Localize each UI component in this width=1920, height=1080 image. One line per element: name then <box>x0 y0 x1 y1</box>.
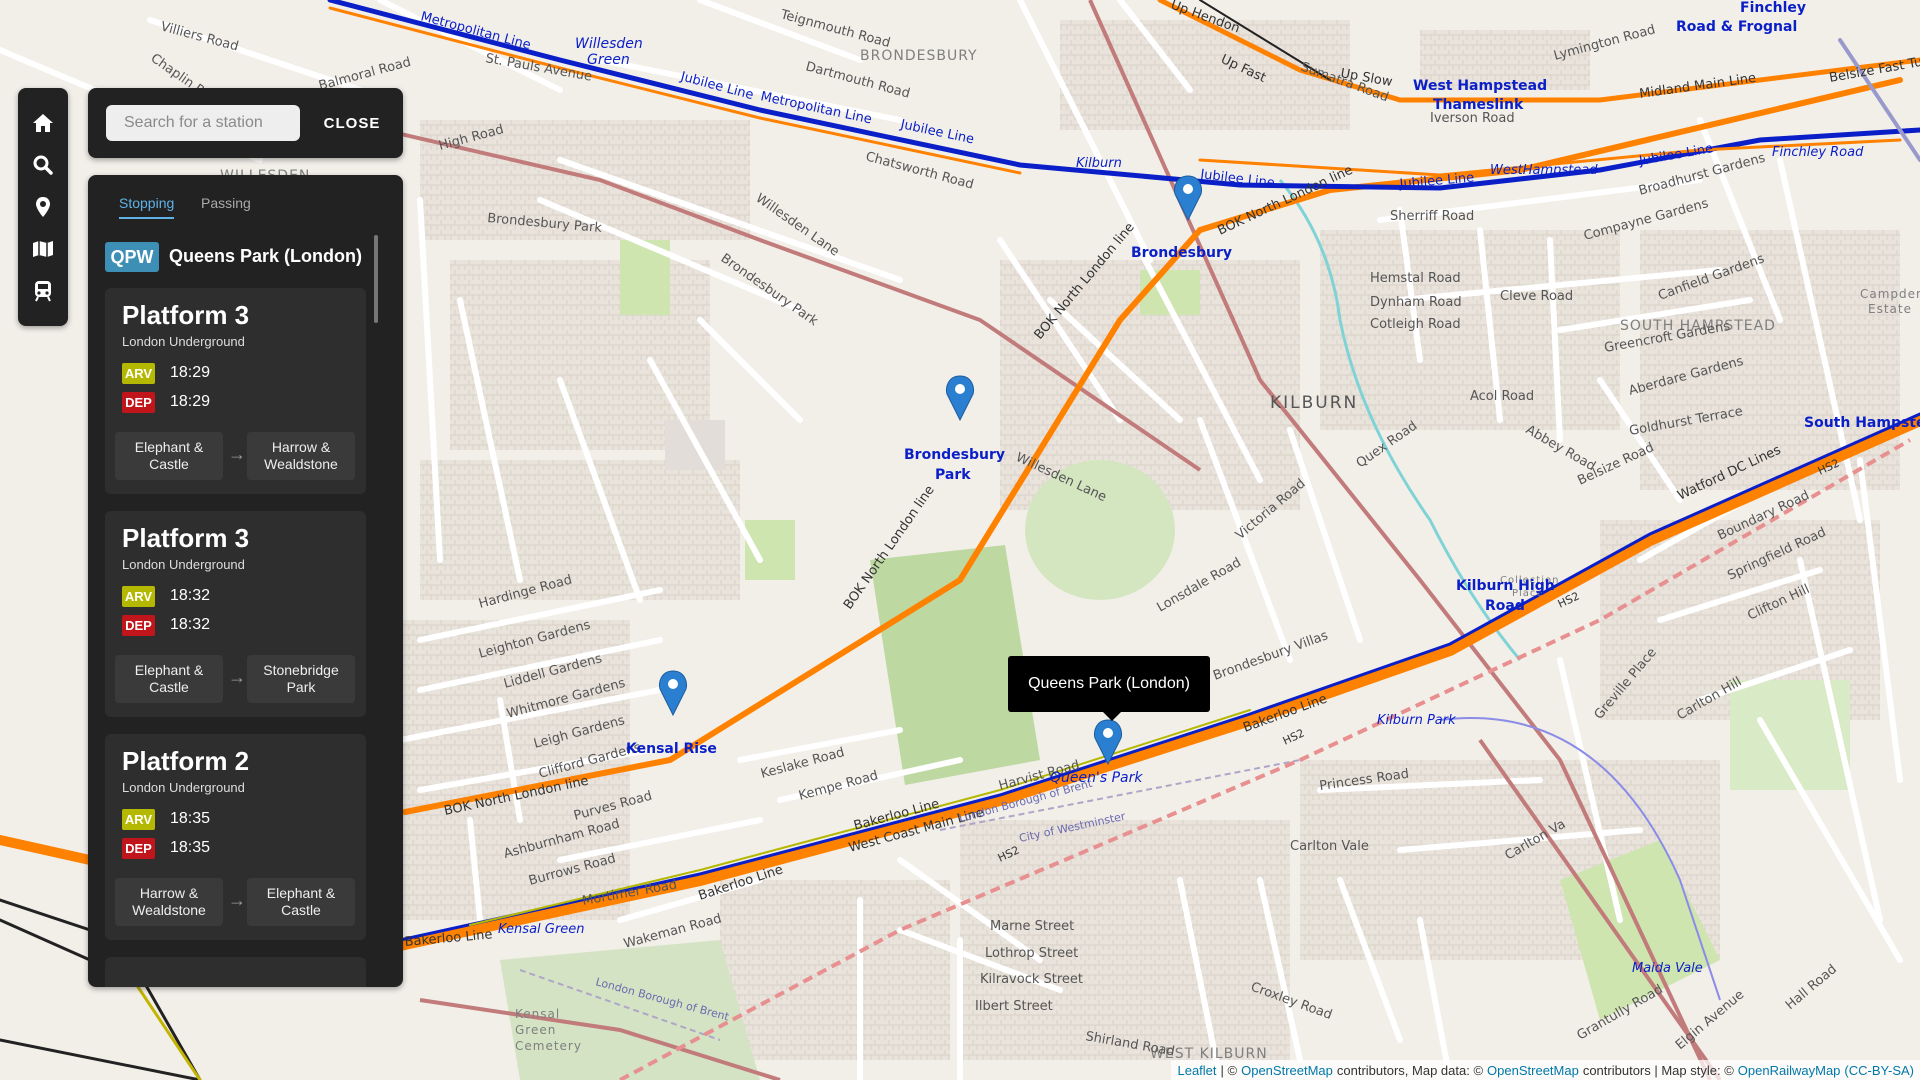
destination-station[interactable]: Harrow & Wealdstone <box>247 432 355 480</box>
platform-label: Platform 3 <box>122 523 250 553</box>
svg-text:Kilravock Street: Kilravock Street <box>980 972 1083 987</box>
svg-text:Kilburn: Kilburn <box>1076 156 1122 171</box>
operator-label: London Underground <box>122 780 245 795</box>
arrival-time: 18:29 <box>170 364 211 381</box>
arrival-time: 18:35 <box>170 810 211 827</box>
arrow-right-icon: → <box>228 890 246 910</box>
search-panel: CLOSE <box>88 88 403 158</box>
origin-station[interactable]: Elephant & Castle <box>115 432 223 480</box>
departure-badge: DEP <box>122 392 155 413</box>
home-icon[interactable] <box>18 104 68 142</box>
departure-time: 18:35 <box>170 839 211 856</box>
attribution-text: | © <box>1220 1062 1238 1078</box>
area-label: BRONDESBURY <box>860 48 978 64</box>
svg-text:Marne Street: Marne Street <box>990 919 1074 934</box>
operator-label: London Underground <box>122 557 245 572</box>
departure-time: 18:29 <box>170 393 211 410</box>
operator-label: London Underground <box>122 334 245 349</box>
svg-text:Queen's Park: Queen's Park <box>1050 770 1143 786</box>
station-code-badge: QPW <box>105 242 159 272</box>
svg-text:Kensal Rise: Kensal Rise <box>626 741 717 757</box>
svg-text:Carlton Vale: Carlton Vale <box>1290 839 1369 854</box>
destination-station[interactable]: Elephant & Castle <box>247 878 355 926</box>
svg-text:Maida Vale: Maida Vale <box>1632 961 1703 976</box>
departure-time: 18:32 <box>170 616 211 633</box>
map-attribution: Leaflet | © OpenStreetMap contributors, … <box>1171 1060 1920 1080</box>
search-icon[interactable] <box>18 146 68 184</box>
svg-text:Kensal Green: Kensal Green <box>498 922 584 937</box>
area-label: Kensal <box>515 1007 560 1021</box>
train-icon[interactable] <box>18 272 68 310</box>
svg-text:Sherriff Road: Sherriff Road <box>1390 209 1474 224</box>
arrival-badge: ARV <box>122 809 155 830</box>
area-label: Green <box>515 1023 556 1037</box>
origin-station[interactable]: Harrow & Wealdstone <box>115 878 223 926</box>
svg-text:Finchley Road: Finchley Road <box>1772 145 1864 160</box>
tab-passing[interactable]: Passing <box>201 195 251 217</box>
svg-text:West Hampstead: West Hampstead <box>1413 78 1547 94</box>
departure-card[interactable]: Platform 3 London Underground ARV 18:32 … <box>105 511 366 717</box>
attribution-text: contributors | Map style: © <box>1582 1062 1734 1078</box>
station-name: Queens Park (London) <box>169 246 363 266</box>
departures-panel: Stopping Passing QPW Queens Park (London… <box>88 175 403 987</box>
tab-stopping[interactable]: Stopping <box>119 195 175 219</box>
svg-text:Brondesbury: Brondesbury <box>1131 245 1232 261</box>
area-label: Campden <box>1860 287 1920 301</box>
svg-text:Willesden: Willesden <box>575 36 643 52</box>
openrailwaymap-link[interactable]: OpenRailwayMap <box>1738 1063 1841 1078</box>
svg-text:Cleve Road: Cleve Road <box>1500 289 1573 304</box>
departure-badge: DEP <box>122 615 155 636</box>
arrival-badge: ARV <box>122 586 155 607</box>
svg-text:Dynham Road: Dynham Road <box>1370 295 1462 310</box>
area-label: KILBURN <box>1270 393 1358 413</box>
leaflet-link[interactable]: Leaflet <box>1177 1063 1216 1078</box>
departure-card-partial[interactable] <box>105 957 366 987</box>
arrival-time: 18:32 <box>170 587 211 604</box>
destination-station[interactable]: Stonebridge Park <box>247 655 355 703</box>
svg-text:Kilburn Park: Kilburn Park <box>1377 713 1456 728</box>
svg-text:Ilbert Street: Ilbert Street <box>975 999 1053 1014</box>
svg-text:Park: Park <box>935 467 971 483</box>
svg-text:Road & Frognal: Road & Frognal <box>1676 19 1797 35</box>
svg-text:Kilburn High: Kilburn High <box>1456 578 1555 594</box>
license-link[interactable]: (CC-BY-SA) <box>1844 1063 1914 1078</box>
arrow-right-icon: → <box>228 444 246 464</box>
osm-link[interactable]: OpenStreetMap <box>1241 1063 1333 1078</box>
departure-card[interactable]: Platform 2 London Underground ARV 18:35 … <box>105 734 366 940</box>
svg-text:WestHampstead: WestHampstead <box>1490 163 1598 178</box>
svg-text:Cotleigh Road: Cotleigh Road <box>1370 317 1461 332</box>
departure-badge: DEP <box>122 838 155 859</box>
arrival-badge: ARV <box>122 363 155 384</box>
area-label: Cemetery <box>515 1039 582 1053</box>
search-input[interactable] <box>106 105 300 141</box>
platform-label: Platform 3 <box>122 300 250 330</box>
svg-text:Road: Road <box>1485 598 1525 614</box>
scrollbar-thumb[interactable] <box>374 235 378 323</box>
map-icon[interactable] <box>18 230 68 268</box>
attribution-text: contributors, Map data: © <box>1336 1062 1484 1078</box>
arrow-right-icon: → <box>228 667 246 687</box>
area-label: Estate <box>1868 302 1912 316</box>
pin-icon[interactable] <box>18 188 68 226</box>
platform-label: Platform 2 <box>122 746 250 776</box>
icon-sidebar <box>18 88 68 326</box>
departure-card[interactable]: Platform 3 London Underground ARV 18:29 … <box>105 288 366 494</box>
svg-text:Lothrop Street: Lothrop Street <box>985 946 1078 961</box>
close-button[interactable]: CLOSE <box>310 105 394 141</box>
station-tooltip: Queens Park (London) <box>1008 656 1210 721</box>
origin-station[interactable]: Elephant & Castle <box>115 655 223 703</box>
svg-text:Iverson Road: Iverson Road <box>1430 111 1515 126</box>
svg-text:Brondesbury: Brondesbury <box>904 447 1005 463</box>
svg-text:Hemstal Road: Hemstal Road <box>1370 271 1461 286</box>
svg-text:Finchley: Finchley <box>1740 0 1806 16</box>
osm-link[interactable]: OpenStreetMap <box>1487 1063 1579 1078</box>
svg-text:South Hampste: South Hampste <box>1804 415 1920 431</box>
svg-text:Acol Road: Acol Road <box>1470 389 1534 404</box>
svg-text:Thameslink: Thameslink <box>1433 97 1524 113</box>
svg-text:Green: Green <box>587 52 630 68</box>
